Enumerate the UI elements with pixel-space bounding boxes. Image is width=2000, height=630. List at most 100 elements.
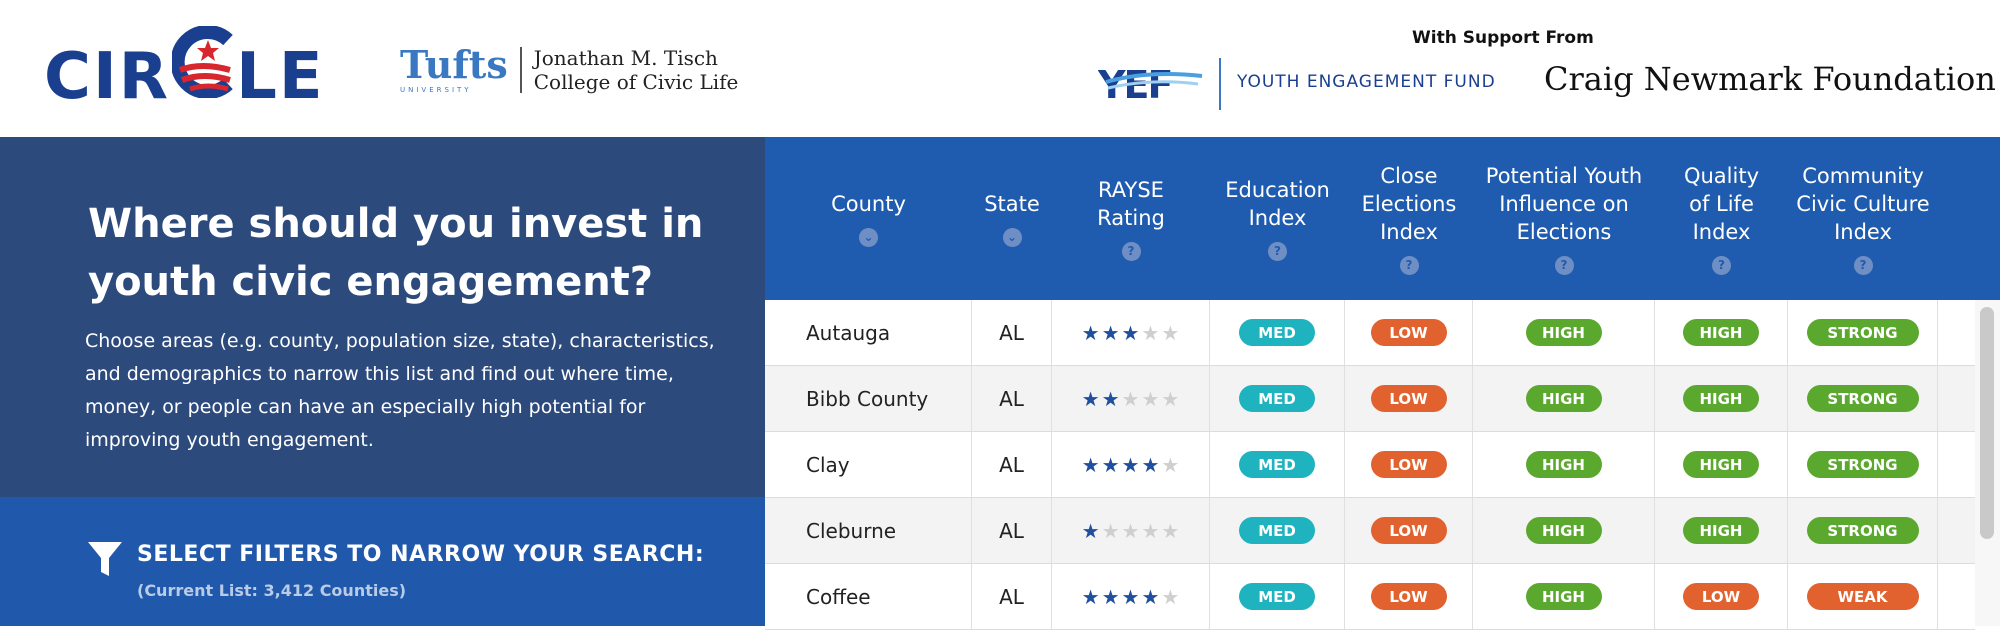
star-empty-icon: ★ [1141, 518, 1160, 543]
column-header-label: Quality of Life Index [1683, 164, 1760, 244]
star-filled-icon: ★ [1101, 452, 1120, 477]
county-cell[interactable]: Coffee [765, 564, 972, 629]
status-badge: HIGH [1683, 385, 1759, 412]
rayse-rating-cell: ★ ★ ★ ★ ★ [1052, 300, 1210, 365]
star-filled-icon: ★ [1121, 320, 1140, 345]
column-header-label: State [984, 192, 1040, 216]
star-empty-icon: ★ [1161, 386, 1180, 411]
county-cell[interactable]: Bibb County [765, 366, 972, 431]
education-cell: MED [1210, 498, 1345, 563]
table-row[interactable]: Autauga AL ★ ★ ★ ★ ★ MED LOW HIGH HIGH STRONG [765, 300, 1975, 366]
status-badge: LOW [1683, 583, 1759, 610]
help-icon[interactable]: ? [1121, 242, 1141, 261]
rayse-rating-cell: ★ ★ ★ ★ ★ [1052, 564, 1210, 629]
county-cell[interactable]: Clay [765, 432, 972, 497]
star-empty-icon: ★ [1161, 320, 1180, 345]
tufts-college-line2: College of Civic Life [533, 70, 739, 94]
state-cell: AL [972, 432, 1052, 497]
chevron-down-icon[interactable]: ⌄ [859, 228, 878, 247]
star-filled-icon: ★ [1141, 452, 1160, 477]
state-cell: AL [972, 366, 1052, 431]
column-header[interactable]: Potential Youth Influence on Elections? [1473, 137, 1655, 300]
county-table: Autauga AL ★ ★ ★ ★ ★ MED LOW HIGH HIGH STRONG Bibb C… [765, 300, 2000, 630]
funnel-icon [88, 542, 122, 576]
status-badge: MED [1239, 517, 1315, 544]
column-header-label: County [831, 192, 906, 216]
status-badge: MED [1239, 583, 1315, 610]
education-cell: MED [1210, 366, 1345, 431]
star-empty-icon: ★ [1141, 320, 1160, 345]
intro-panel: Where should you invest in youth civic e… [0, 137, 765, 497]
education-cell: MED [1210, 564, 1345, 629]
circle-logo[interactable]: CIRCLE [44, 26, 325, 114]
column-header[interactable]: County ⌄ [765, 137, 972, 300]
status-badge: LOW [1370, 583, 1447, 610]
influence-cell: HIGH [1473, 366, 1655, 431]
column-header[interactable]: Community Civic Culture Index? [1788, 137, 1938, 300]
rayse-rating-cell: ★ ★ ★ ★ ★ [1052, 432, 1210, 497]
circle-logo-letter: I [92, 40, 119, 114]
table-row[interactable]: Coffee AL ★ ★ ★ ★ ★ MED LOW HIGH LOW WEAK [765, 564, 1975, 630]
star-filled-icon: ★ [1121, 584, 1140, 609]
star-empty-icon: ★ [1141, 386, 1160, 411]
help-icon[interactable]: ? [1554, 256, 1574, 275]
tufts-logo[interactable]: Tufts UNIVERSITY Jonathan M. Tisch Colle… [400, 42, 739, 95]
column-header-label: RAYSE Rating [1097, 178, 1165, 230]
table-scrollbar-thumb[interactable] [1980, 307, 1994, 539]
site-header: CIRCLE Tufts UNIVERSITY Jonathan M. Tisc… [0, 0, 2000, 137]
table-row[interactable]: Clay AL ★ ★ ★ ★ ★ MED LOW HIGH HIGH STRONG [765, 432, 1975, 498]
table-row[interactable]: Cleburne AL ★ ★ ★ ★ ★ MED LOW HIGH HIGH STRONG [765, 498, 1975, 564]
help-icon[interactable]: ? [1399, 256, 1419, 275]
rayse-rating-cell: ★ ★ ★ ★ ★ [1052, 498, 1210, 563]
current-list-count: (Current List: 3,412 Counties) [137, 581, 407, 600]
county-cell[interactable]: Cleburne [765, 498, 972, 563]
column-header[interactable]: State ⌄ [972, 137, 1052, 300]
tufts-wordmark: Tufts [400, 42, 508, 87]
yef-logo-icon[interactable]: YEF [1098, 62, 1204, 106]
civic-culture-cell: STRONG [1788, 300, 1938, 365]
state-cell: AL [972, 300, 1052, 365]
table-header: County ⌄ State ⌄ RAYSE Rating? Education Inde… [765, 137, 2000, 300]
support-label: With Support From [1412, 28, 1594, 48]
star-filled-icon: ★ [1081, 584, 1100, 609]
help-icon[interactable]: ? [1712, 256, 1731, 275]
table-row[interactable]: Bibb County AL ★ ★ ★ ★ ★ MED LOW HIGH HIGH STRONG [765, 366, 1975, 432]
circle-flag-letter: C [236, 26, 237, 27]
chevron-down-icon[interactable]: ⌄ [1002, 228, 1022, 247]
column-header-label: Education Index [1225, 178, 1330, 230]
status-badge: HIGH [1525, 583, 1602, 610]
column-header[interactable]: Close Elections Index? [1345, 137, 1473, 300]
influence-cell: HIGH [1473, 498, 1655, 563]
status-badge: LOW [1370, 451, 1447, 478]
filters-panel[interactable]: SELECT FILTERS TO NARROW YOUR SEARCH: (C… [0, 497, 765, 626]
civic-culture-cell: STRONG [1788, 432, 1938, 497]
close-elections-cell: LOW [1345, 498, 1473, 563]
influence-cell: HIGH [1473, 564, 1655, 629]
status-badge: STRONG [1806, 451, 1919, 478]
civic-culture-cell: STRONG [1788, 498, 1938, 563]
circle-logo-text: CIRCLE [44, 26, 325, 114]
star-empty-icon: ★ [1121, 518, 1140, 543]
help-icon[interactable]: ? [1268, 242, 1287, 261]
help-icon[interactable]: ? [1853, 256, 1873, 275]
column-header[interactable]: Quality of Life Index? [1655, 137, 1788, 300]
filters-title[interactable]: SELECT FILTERS TO NARROW YOUR SEARCH: [137, 542, 704, 567]
yef-name[interactable]: YOUTH ENGAGEMENT FUND [1237, 72, 1496, 92]
rayse-rating-cell: ★ ★ ★ ★ ★ [1052, 366, 1210, 431]
civic-culture-cell: STRONG [1788, 366, 1938, 431]
column-header-label: Close Elections Index [1361, 164, 1457, 244]
craig-newmark-logo[interactable]: Craig Newmark Foundation [1544, 60, 1996, 98]
column-header[interactable]: Education Index? [1210, 137, 1345, 300]
star-filled-icon: ★ [1101, 584, 1120, 609]
circle-logo-letter: C [44, 40, 93, 114]
county-cell[interactable]: Autauga [765, 300, 972, 365]
status-badge: STRONG [1806, 517, 1919, 544]
quality-cell: HIGH [1655, 498, 1788, 563]
quality-cell: HIGH [1655, 300, 1788, 365]
star-empty-icon: ★ [1161, 452, 1180, 477]
status-badge: LOW [1370, 319, 1447, 346]
star-rating: ★ ★ ★ ★ ★ [1082, 455, 1180, 475]
star-rating: ★ ★ ★ ★ ★ [1082, 323, 1180, 343]
column-header[interactable]: RAYSE Rating? [1052, 137, 1210, 300]
state-cell: AL [972, 498, 1052, 563]
